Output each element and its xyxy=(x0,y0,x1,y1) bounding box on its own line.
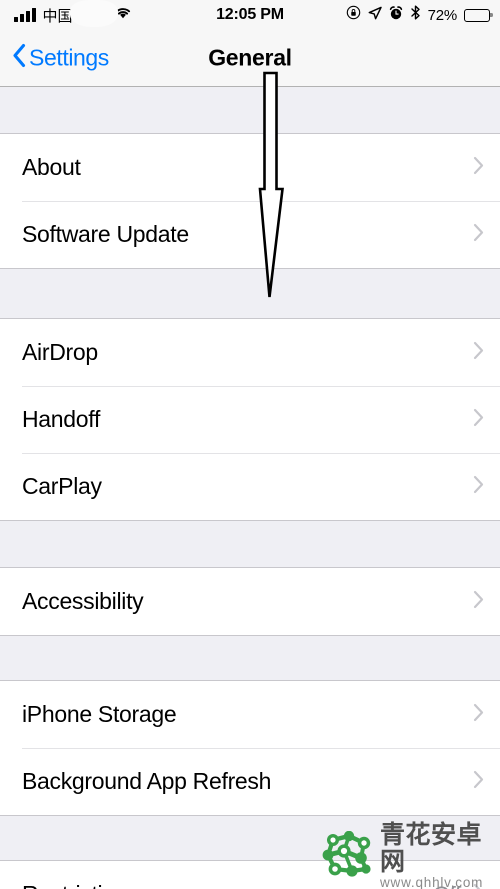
page-title: General xyxy=(208,44,292,71)
settings-section-2: AirDrop Handoff CarPlay xyxy=(0,318,500,521)
alarm-clock-icon xyxy=(389,5,403,25)
chevron-right-icon xyxy=(473,223,484,247)
navigation-bar: Settings General xyxy=(0,30,500,87)
status-bar-right: 72% xyxy=(346,5,493,25)
row-label: iPhone Storage xyxy=(22,701,177,727)
location-arrow-icon xyxy=(368,6,382,25)
rotation-lock-icon xyxy=(346,5,361,25)
settings-row-handoff[interactable]: Handoff xyxy=(0,386,500,453)
chevron-right-icon xyxy=(473,341,484,365)
chevron-right-icon xyxy=(473,770,484,794)
settings-section-3: Accessibility xyxy=(0,567,500,636)
row-label: Handoff xyxy=(22,406,101,432)
section-gap xyxy=(0,521,500,567)
row-label: CarPlay xyxy=(22,473,102,499)
settings-row-about[interactable]: About xyxy=(0,134,500,201)
chevron-right-icon xyxy=(473,883,484,889)
iphone-settings-screen: 中国 12:05 PM 72% Settings General About S… xyxy=(0,0,500,889)
settings-row-restrictions[interactable]: Restrictions Off xyxy=(0,861,500,889)
settings-section-5: Restrictions Off xyxy=(0,860,500,889)
settings-row-airdrop[interactable]: AirDrop xyxy=(0,319,500,386)
row-label: AirDrop xyxy=(22,339,98,365)
row-label: Software Update xyxy=(22,221,189,247)
settings-row-software-update[interactable]: Software Update xyxy=(0,201,500,268)
chevron-right-icon xyxy=(473,408,484,432)
chevron-right-icon xyxy=(473,475,484,499)
bluetooth-icon xyxy=(410,5,421,25)
battery-icon xyxy=(464,8,493,22)
settings-section-4: iPhone Storage Background App Refresh xyxy=(0,680,500,816)
section-gap xyxy=(0,87,500,133)
settings-list[interactable]: About Software Update AirDrop Handoff Ca… xyxy=(0,87,500,889)
restrictions-status-value: Off xyxy=(433,882,461,889)
row-label: Accessibility xyxy=(22,588,144,614)
row-label: Background App Refresh xyxy=(22,768,272,794)
settings-section-1: About Software Update xyxy=(0,133,500,269)
section-gap xyxy=(0,269,500,318)
section-gap xyxy=(0,636,500,680)
row-label: About xyxy=(22,154,81,180)
row-label: Restrictions xyxy=(22,881,433,889)
chevron-right-icon xyxy=(473,590,484,614)
chevron-right-icon xyxy=(473,156,484,180)
chevron-right-icon xyxy=(473,703,484,727)
section-gap xyxy=(0,816,500,860)
battery-percent-label: 72% xyxy=(427,6,458,24)
settings-row-iphone-storage[interactable]: iPhone Storage xyxy=(0,681,500,748)
settings-row-accessibility[interactable]: Accessibility xyxy=(0,568,500,635)
status-bar: 中国 12:05 PM 72% xyxy=(0,0,500,30)
settings-row-background-app-refresh[interactable]: Background App Refresh xyxy=(0,748,500,815)
settings-row-carplay[interactable]: CarPlay xyxy=(0,453,500,520)
